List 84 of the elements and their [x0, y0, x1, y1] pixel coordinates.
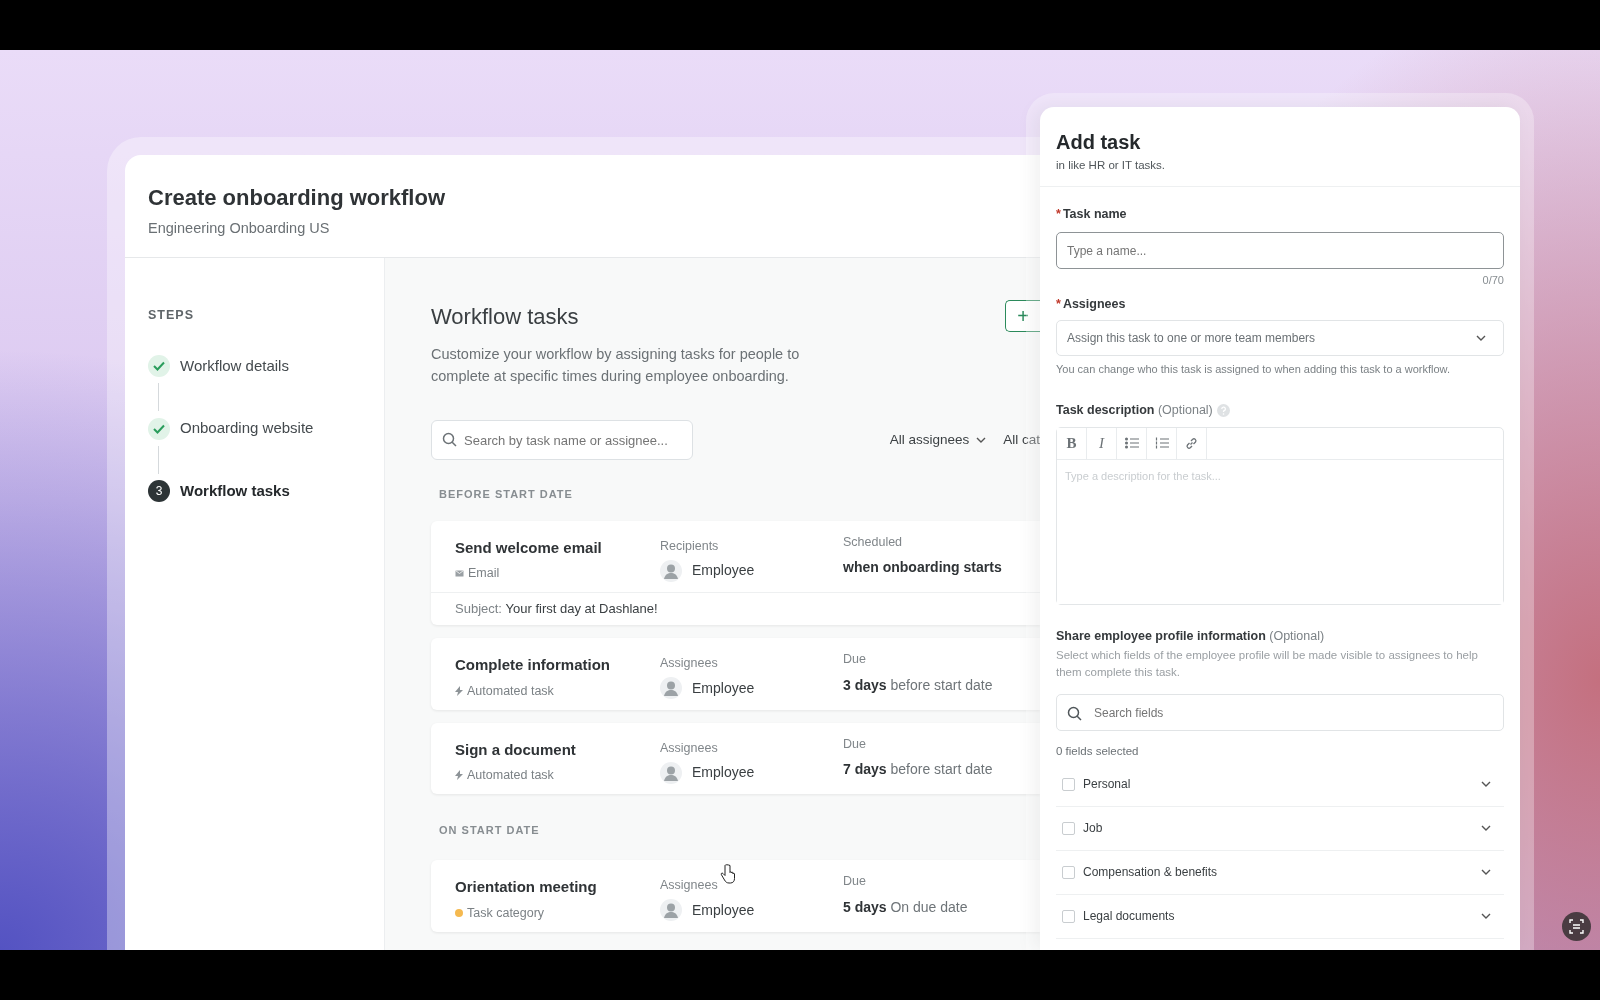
- timing-text: when onboarding starts: [843, 558, 1003, 578]
- task-name: Sign a document: [455, 739, 577, 760]
- task-type: Automated task: [467, 767, 554, 784]
- task-name: Send welcome email: [455, 537, 603, 558]
- checkbox[interactable]: [1062, 821, 1075, 835]
- lightning-icon: [455, 686, 463, 697]
- email-subject: Subject: Your first day at Dashlane!: [431, 591, 1040, 626]
- timing-text: 5 days On due date: [843, 898, 969, 917]
- field-hint: You can change who this task is assigned to when adding this task to a workflow.: [1056, 362, 1451, 378]
- field-label: * Assignees: [1056, 295, 1127, 313]
- steps-heading: STEPS: [148, 307, 195, 324]
- assignee-name: Employee: [692, 561, 755, 580]
- field-group-label: Personal: [1083, 776, 1131, 793]
- step-number: 3: [148, 480, 170, 502]
- add-button[interactable]: +: [1005, 300, 1040, 332]
- filter-dropdown[interactable]: All assignees: [889, 429, 988, 451]
- character-counter: 0/70: [1481, 273, 1504, 288]
- bold-button[interactable]: B: [1057, 427, 1087, 459]
- section-description: Customize your workflow by assigning tasks for people to complete at specific times during employee onboarding.: [431, 345, 801, 386]
- page-subtitle: Engineering Onboarding US: [148, 219, 331, 238]
- panel-title: Add task: [1056, 130, 1142, 155]
- link-icon: [1185, 436, 1198, 450]
- field-label: * Task name: [1056, 206, 1128, 224]
- task-card[interactable]: Orientation meeting Task category Assignees Employee Due 5 days On due date: [431, 860, 1040, 932]
- column-label: Assignees: [660, 656, 718, 671]
- task-type: Email: [468, 565, 500, 582]
- avatar-icon: [660, 677, 682, 700]
- column-label: Due: [843, 873, 867, 891]
- timing-text: 7 days before start date: [843, 760, 994, 780]
- bulleted-list-icon: [1124, 437, 1139, 449]
- scan-button[interactable]: [1562, 912, 1591, 941]
- checkbox[interactable]: [1062, 865, 1075, 879]
- assignee-select[interactable]: Assign this task to one or more team members: [1056, 320, 1504, 357]
- task-card[interactable]: Send welcome email Email Recipients Employee Scheduled when onboarding starts Subject: Your first day at Dashlane!: [431, 520, 1040, 626]
- filter-dropdown[interactable]: All cat: [1003, 429, 1040, 451]
- lightning-icon: [455, 770, 463, 781]
- step-label[interactable]: Onboarding website: [180, 417, 314, 440]
- scan-icon: [1569, 919, 1584, 934]
- avatar-icon: [660, 559, 682, 582]
- column-label: Due: [843, 651, 867, 669]
- check-icon: [148, 355, 170, 377]
- search-icon: [1067, 706, 1082, 722]
- section-heading: ON START DATE: [438, 822, 541, 838]
- column-label: Due: [843, 735, 867, 753]
- step-label[interactable]: Workflow tasks: [180, 479, 290, 503]
- step-label[interactable]: Workflow details: [180, 354, 289, 378]
- panel-subtitle: in like HR or IT tasks.: [1056, 158, 1167, 173]
- checkbox[interactable]: [1062, 909, 1075, 923]
- task-card[interactable]: Sign a document Automated task Assignees Employee Due 7 days before start date: [431, 722, 1040, 794]
- numbered-list-icon: [1154, 437, 1169, 449]
- field-group-label: Legal documents: [1083, 908, 1175, 925]
- column-label: Scheduled: [843, 533, 904, 551]
- avatar-icon: [660, 761, 682, 784]
- checkbox[interactable]: [1062, 777, 1075, 791]
- field-label: Share employee profile information (Optional): [1056, 627, 1326, 645]
- task-name: Orientation meeting: [455, 877, 598, 898]
- check-icon: [148, 417, 170, 440]
- task-name-input[interactable]: Type a name...: [1056, 232, 1504, 269]
- envelope-icon: [455, 569, 464, 577]
- page-title: Create onboarding workflow: [148, 184, 447, 212]
- task-card[interactable]: Complete information Automated task Assignees Employee Due 3 days before start date: [431, 638, 1040, 710]
- field-group-label: Job: [1083, 820, 1103, 837]
- task-name: Complete information: [455, 655, 611, 676]
- avatar-icon: [660, 899, 682, 922]
- selection-count: 0 fields selected: [1056, 744, 1140, 760]
- search-icon: [442, 432, 457, 447]
- field-label: Task description (Optional): [1056, 401, 1213, 419]
- assignee-name: Employee: [692, 900, 755, 920]
- column-label: Assignees: [660, 740, 718, 755]
- column-label: Recipients: [660, 538, 719, 553]
- assignee-name: Employee: [692, 678, 755, 698]
- column-label: Assignees: [660, 878, 718, 893]
- hand-cursor-icon: [719, 864, 736, 885]
- task-type: Automated task: [467, 682, 554, 700]
- search-fields-input[interactable]: Search fields: [1056, 694, 1504, 732]
- assignee-name: Employee: [692, 763, 755, 782]
- timing-text: 3 days before start date: [843, 676, 994, 695]
- section-title: Workflow tasks: [431, 303, 579, 331]
- help-icon: [1216, 403, 1230, 417]
- field-group-label: Compensation & benefits: [1083, 864, 1218, 881]
- section-description: Select which fields of the employee profile will be made visible to assignees to help them complete this task.: [1056, 648, 1479, 681]
- section-heading: BEFORE START DATE: [438, 487, 574, 502]
- task-type: Task category: [467, 904, 545, 922]
- search-field[interactable]: Search by task name or assignee...: [431, 420, 693, 460]
